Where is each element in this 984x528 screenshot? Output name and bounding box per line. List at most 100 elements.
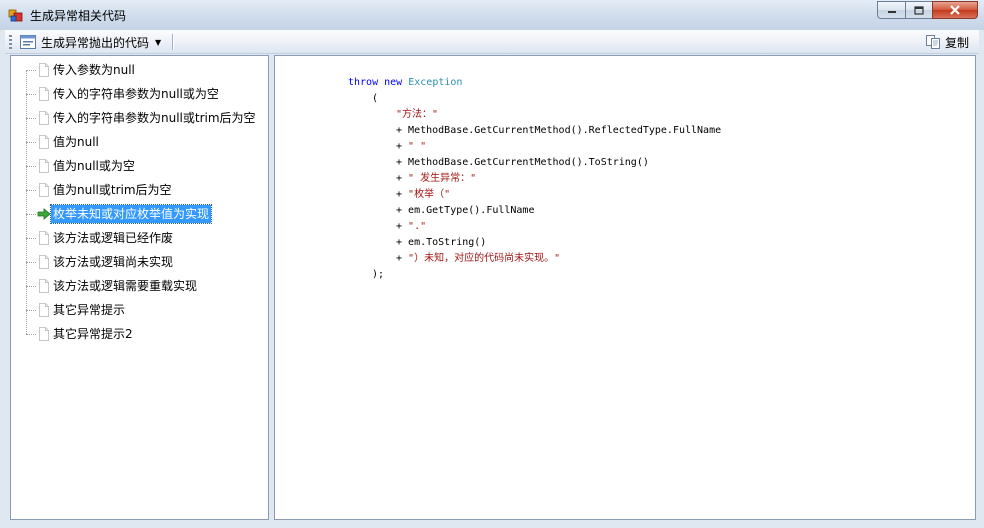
tree-item-label: 该方法或逻辑需要重载实现	[53, 279, 198, 293]
code-string: " 发生异常："	[408, 173, 477, 184]
tree-item[interactable]: 值为null	[11, 133, 268, 151]
code-line-3: "方法："	[396, 109, 439, 120]
copy-button[interactable]: 复制	[925, 32, 969, 52]
tree-connector-line	[26, 310, 36, 311]
code-line-6: + MethodBase.GetCurrentMethod().ToString…	[396, 155, 649, 171]
tree-connector-line	[26, 70, 36, 71]
tree-item-label: 该方法或逻辑尚未实现	[53, 255, 174, 269]
tree-item-label: 值为null或trim后为空	[53, 183, 172, 197]
tree-connector-line	[26, 262, 36, 263]
code-line-9: + em.GetType().FullName	[396, 203, 534, 219]
tree-item[interactable]: 其它异常提示	[11, 301, 268, 319]
generate-type-dropdown[interactable]: 生成异常抛出的代码 ▼	[17, 32, 164, 52]
type-exception: Exception	[408, 77, 463, 88]
code-line-2: (	[372, 93, 379, 104]
tree-connector-line	[26, 118, 36, 119]
tree-item[interactable]: 值为null或trim后为空	[11, 181, 268, 199]
code-line-1: throw new Exception	[348, 75, 462, 91]
tree-item-label: 其它异常提示	[53, 303, 126, 317]
toolbar: 生成异常抛出的代码 ▼ 复制	[5, 30, 979, 54]
tree-item-label: 其它异常提示2	[53, 327, 133, 341]
concat-operator: +	[396, 237, 409, 248]
tree-item[interactable]: 其它异常提示2	[11, 325, 268, 343]
tree-item-label: 传入的字符串参数为null或为空	[53, 87, 219, 101]
tree-item[interactable]: 传入的字符串参数为null或为空	[11, 85, 268, 103]
document-icon	[36, 230, 52, 246]
maximize-icon	[914, 5, 924, 15]
window-controls	[877, 1, 978, 20]
code-line-10: + "."	[396, 219, 426, 235]
document-icon	[36, 302, 52, 318]
maximize-button[interactable]	[905, 1, 932, 19]
close-button[interactable]	[932, 1, 978, 19]
window-title: 生成异常相关代码	[30, 9, 127, 23]
tree-item[interactable]: 该方法或逻辑尚未实现	[11, 253, 268, 271]
minimize-icon	[887, 11, 896, 13]
tree-connector-line	[26, 166, 36, 167]
tree-item[interactable]: 传入参数为null	[11, 61, 268, 79]
code-string: "）未知，对应的代码尚未实现。"	[408, 253, 561, 264]
tree-item[interactable]: 该方法或逻辑已经作废	[11, 229, 268, 247]
document-icon	[36, 134, 52, 150]
concat-operator: +	[396, 157, 409, 168]
tree-item[interactable]: 值为null或为空	[11, 157, 268, 175]
code-string: " "	[408, 141, 427, 152]
chevron-down-icon: ▼	[155, 37, 162, 47]
toolbar-grip[interactable]	[9, 35, 12, 49]
concat-operator: +	[396, 125, 409, 136]
copy-label: 复制	[944, 35, 969, 50]
toolbar-separator	[172, 34, 174, 50]
tree-item-label: 枚举未知或对应枚举值为实现	[49, 204, 213, 224]
tree-view: 传入参数为null 传入的字符串参数为null或为空传入的字符串参数为null或t…	[11, 56, 268, 519]
tree-item[interactable]: 该方法或逻辑需要重载实现	[11, 277, 268, 295]
tree-connector-line	[26, 334, 36, 335]
tree-item-label: 值为null或为空	[53, 159, 135, 173]
tree-connector-line	[26, 238, 36, 239]
document-icon	[36, 254, 52, 270]
tree-connector-line	[26, 214, 36, 215]
code-text: em.GetType().FullName	[408, 205, 535, 216]
code-text: MethodBase.GetCurrentMethod().ReflectedT…	[408, 125, 722, 136]
form-icon	[20, 35, 36, 49]
code-line-13: );	[372, 269, 385, 280]
document-icon	[36, 158, 52, 174]
app-icon	[8, 9, 23, 22]
exception-type-tree[interactable]: 传入参数为null 传入的字符串参数为null或为空传入的字符串参数为null或t…	[10, 55, 269, 520]
tree-connector-line	[26, 286, 36, 287]
minimize-button[interactable]	[877, 1, 905, 19]
document-icon	[36, 326, 52, 342]
tree-item[interactable]: 传入的字符串参数为null或trim后为空	[11, 109, 268, 127]
document-icon	[36, 110, 52, 126]
tree-item-label: 传入参数为null	[53, 63, 135, 77]
keyword-throw: throw	[348, 77, 379, 88]
tree-item-label: 该方法或逻辑已经作废	[53, 231, 174, 245]
code-line-12: + "）未知，对应的代码尚未实现。"	[396, 251, 560, 267]
concat-operator: +	[396, 253, 409, 264]
tree-item-label: 传入的字符串参数为null或trim后为空	[53, 111, 256, 125]
tree-item[interactable]: 枚举未知或对应枚举值为实现	[11, 204, 268, 224]
document-icon	[36, 62, 52, 78]
tree-connector-line	[26, 190, 36, 191]
code-string: "."	[408, 221, 427, 232]
code-text: MethodBase.GetCurrentMethod().ToString()	[408, 157, 649, 168]
keyword-new: new	[384, 77, 403, 88]
copy-icon	[925, 35, 940, 49]
code-line-8: + "枚举（"	[396, 187, 450, 203]
concat-operator: +	[396, 189, 409, 200]
tree-connector-line	[26, 94, 36, 95]
document-icon	[36, 182, 52, 198]
code-editor[interactable]: throw new Exception ( "方法：" + MethodBase…	[274, 55, 976, 520]
concat-operator: +	[396, 141, 409, 152]
code-string: "枚举（"	[408, 189, 451, 200]
document-icon	[36, 278, 52, 294]
arrow-right-icon	[36, 206, 52, 222]
document-icon	[36, 86, 52, 102]
concat-operator: +	[396, 205, 409, 216]
tree-item-label: 值为null	[53, 135, 99, 149]
code-line-11: + em.ToString()	[396, 235, 486, 251]
title-bar[interactable]: 生成异常相关代码	[0, 0, 984, 30]
code-line-4: + MethodBase.GetCurrentMethod().Reflecte…	[396, 123, 721, 139]
tree-connector-line	[26, 142, 36, 143]
code-line-7: + " 发生异常："	[396, 171, 476, 187]
dropdown-label: 生成异常抛出的代码	[41, 35, 150, 50]
